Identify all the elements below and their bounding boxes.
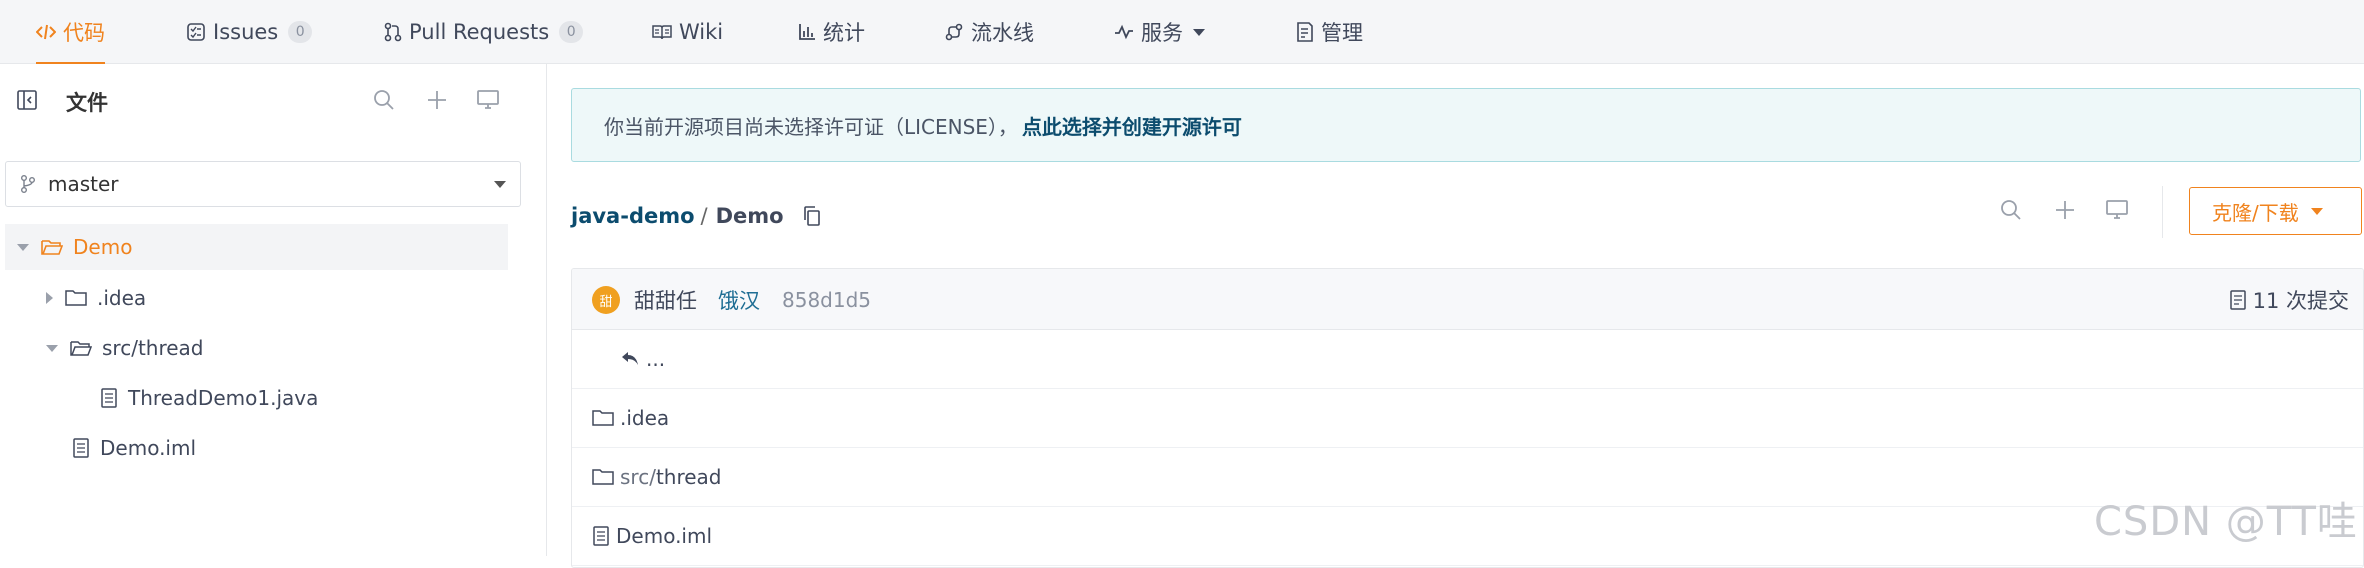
tree-item-demo-iml[interactable]: Demo.iml — [72, 425, 196, 471]
tab-pipeline[interactable]: 流水线 — [944, 0, 1034, 64]
tab-wiki[interactable]: Wiki — [652, 0, 723, 64]
plus-icon — [2056, 201, 2074, 219]
tab-services[interactable]: 服务 — [1114, 0, 1205, 64]
file-tree-sidebar: 文件 master Demo .idea src/thread ThreadDe… — [0, 64, 547, 556]
web-ide-button[interactable] — [476, 89, 500, 115]
search-icon — [374, 90, 394, 110]
folder-icon — [592, 409, 614, 427]
file-path-prefix: src/ — [620, 465, 656, 489]
branch-name: master — [48, 172, 119, 196]
commit-count: 11 次提交 — [2252, 289, 2349, 313]
tab-issues[interactable]: Issues 0 — [186, 0, 313, 64]
tab-code[interactable]: 代码 — [36, 0, 105, 65]
monitor-icon — [477, 90, 499, 109]
monitor-icon — [2106, 200, 2128, 219]
tree-item-label: Demo — [73, 235, 133, 259]
file-icon — [72, 438, 90, 458]
breadcrumb-separator: / — [700, 204, 708, 228]
tab-label: 流水线 — [971, 21, 1034, 45]
file-name: Demo.iml — [616, 524, 713, 548]
tab-statistics[interactable]: 统计 — [798, 0, 865, 64]
tab-label: 代码 — [63, 21, 105, 45]
sidebar-toggle-icon — [17, 90, 37, 110]
create-license-link[interactable]: 点此选择并创建开源许可 — [1022, 111, 1242, 140]
pulse-icon — [1114, 24, 1134, 40]
breadcrumb: java-demo / Demo — [571, 204, 822, 228]
tab-label: 服务 — [1141, 21, 1183, 45]
sidebar-title: 文件 — [66, 91, 108, 115]
settings-doc-icon — [1296, 22, 1314, 42]
expand-arrow-icon — [17, 243, 29, 251]
breadcrumb-current: Demo — [715, 204, 784, 228]
toolbar-divider — [2162, 186, 2163, 238]
tree-item-threaddemo1[interactable]: ThreadDemo1.java — [100, 375, 318, 421]
tree-item-label: .idea — [97, 286, 147, 310]
folder-open-icon — [70, 339, 92, 357]
tree-item-demo[interactable]: Demo — [5, 224, 508, 270]
book-icon — [652, 23, 672, 41]
tab-label: Issues — [213, 20, 279, 44]
code-icon — [36, 23, 56, 41]
tab-label: 管理 — [1321, 21, 1363, 45]
parent-directory-label: ... — [646, 347, 666, 371]
tab-label: Wiki — [679, 20, 724, 44]
avatar[interactable]: 甜 — [592, 286, 620, 314]
repo-nav-bar: 代码 Issues 0 Pull Requests 0 Wiki 统计 流水线 — [0, 0, 2364, 65]
tab-manage[interactable]: 管理 — [1296, 0, 1363, 64]
chevron-down-icon — [1193, 28, 1205, 36]
folder-open-icon — [41, 238, 63, 256]
clone-download-button[interactable]: 克隆/下载 — [2189, 187, 2362, 235]
tree-item-src-thread[interactable]: src/thread — [46, 325, 204, 371]
watermark: CSDN @TT哇 — [2094, 499, 2358, 545]
file-icon — [100, 388, 118, 408]
license-notice-text: 你当前开源项目尚未选择许可证（LICENSE）， — [604, 114, 1018, 139]
add-file-button[interactable] — [425, 88, 449, 116]
plus-icon — [428, 91, 446, 109]
web-ide-button[interactable] — [2105, 199, 2129, 225]
branch-selector[interactable]: master — [5, 161, 521, 207]
file-icon — [592, 526, 610, 546]
breadcrumb-repo-link[interactable]: java-demo — [571, 204, 695, 228]
add-button[interactable] — [2053, 198, 2077, 226]
chevron-down-icon — [494, 181, 506, 188]
chevron-down-icon — [2310, 207, 2323, 215]
tree-item-label: src/thread — [102, 336, 204, 360]
parent-directory-row[interactable]: ... — [572, 330, 2363, 389]
tree-item-idea[interactable]: .idea — [46, 275, 146, 321]
issues-icon — [186, 22, 206, 42]
pull-request-icon — [384, 22, 402, 42]
folder-icon — [592, 468, 614, 486]
commit-message[interactable]: 饿汉 — [718, 285, 760, 315]
search-icon — [2001, 200, 2021, 220]
commit-count-link[interactable]: 11 次提交 — [2229, 285, 2349, 315]
file-name: .idea — [620, 406, 670, 430]
copy-path-icon[interactable] — [802, 205, 822, 227]
collapsed-arrow-icon — [46, 292, 53, 304]
search-button[interactable] — [1999, 198, 2023, 226]
file-name: thread — [655, 465, 722, 489]
pull-requests-count-badge: 0 — [559, 21, 584, 43]
expand-arrow-icon — [46, 344, 58, 352]
folder-icon — [65, 289, 87, 307]
bar-chart-icon — [798, 23, 816, 41]
clone-label: 克隆/下载 — [2212, 200, 2299, 225]
issues-count-badge: 0 — [288, 21, 313, 43]
pipeline-icon — [944, 22, 964, 42]
latest-commit-bar: 甜 甜甜任 饿汉 858d1d5 11 次提交 — [572, 269, 2363, 330]
search-files-button[interactable] — [372, 88, 396, 116]
commit-author[interactable]: 甜甜任 — [634, 285, 697, 315]
tab-pull-requests[interactable]: Pull Requests 0 — [384, 0, 584, 64]
tab-label: 统计 — [823, 21, 865, 45]
file-row-idea[interactable]: .idea — [572, 389, 2363, 448]
tree-item-label: Demo.iml — [100, 436, 197, 460]
license-notice: 你当前开源项目尚未选择许可证（LICENSE）， 点此选择并创建开源许可 — [571, 88, 2361, 162]
collapse-sidebar-button[interactable] — [16, 89, 38, 115]
commit-sha[interactable]: 858d1d5 — [782, 288, 871, 312]
tab-label: Pull Requests — [409, 20, 550, 44]
return-arrow-icon — [620, 351, 640, 367]
commit-history-icon — [2229, 290, 2247, 310]
branch-icon — [20, 174, 36, 194]
tree-item-label: ThreadDemo1.java — [128, 386, 319, 410]
